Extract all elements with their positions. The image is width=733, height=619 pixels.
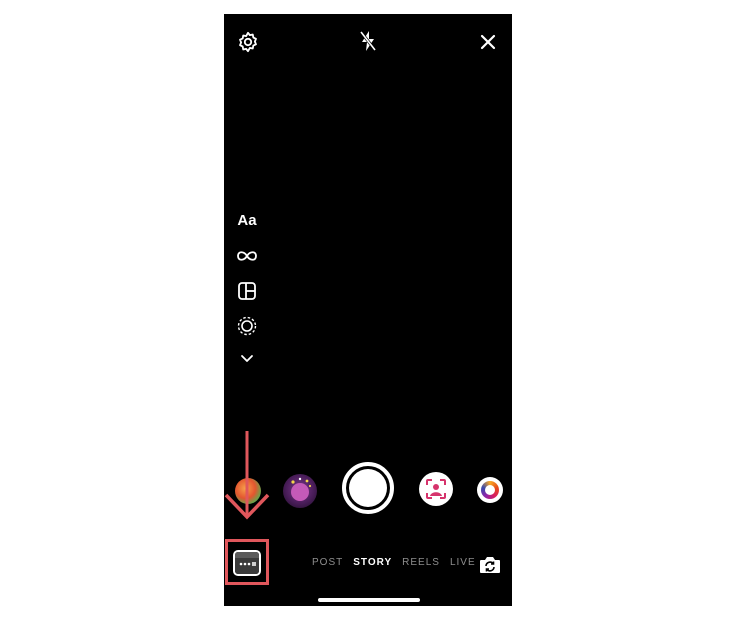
hands-free-button[interactable] (234, 314, 260, 338)
portrait-frame-icon (426, 479, 446, 499)
gear-icon (239, 31, 257, 53)
flash-toggle-button[interactable] (356, 28, 380, 54)
layout-button[interactable] (234, 279, 260, 303)
portrait-frame-filter[interactable] (419, 472, 453, 506)
boomerang-button[interactable] (234, 244, 260, 268)
mode-live[interactable]: LIVE (450, 557, 476, 571)
chevron-down-icon (241, 355, 253, 362)
color-ring-icon (481, 481, 499, 499)
flip-camera-icon (480, 557, 500, 573)
home-indicator (318, 598, 420, 602)
layout-icon (238, 282, 256, 300)
boomerang-infinity-icon (237, 251, 257, 261)
mode-story[interactable]: STORY (353, 557, 392, 571)
gallery-preview-icon (235, 552, 259, 574)
color-ring-filter[interactable] (477, 477, 503, 503)
more-tools-button[interactable] (234, 347, 260, 371)
close-icon (480, 34, 496, 50)
capture-button[interactable] (342, 462, 394, 514)
close-button[interactable] (476, 30, 500, 54)
annotation-arrow (224, 431, 270, 520)
mode-selector: POST STORY REELS LIVE (312, 557, 476, 571)
flash-off-icon (359, 31, 377, 51)
sparkle-icon (291, 477, 312, 501)
capture-button-inner (349, 469, 387, 507)
mode-reels[interactable]: REELS (402, 557, 440, 571)
text-create-button[interactable]: Aa (234, 208, 260, 232)
dashed-circle-icon (237, 316, 257, 336)
gallery-thumbnail[interactable] (233, 550, 261, 576)
mode-post[interactable]: POST (312, 557, 343, 571)
settings-button[interactable] (236, 30, 260, 54)
text-create-icon: Aa (237, 211, 257, 229)
flip-camera-button[interactable] (477, 552, 503, 578)
sparkle-portrait-filter[interactable] (283, 474, 317, 508)
